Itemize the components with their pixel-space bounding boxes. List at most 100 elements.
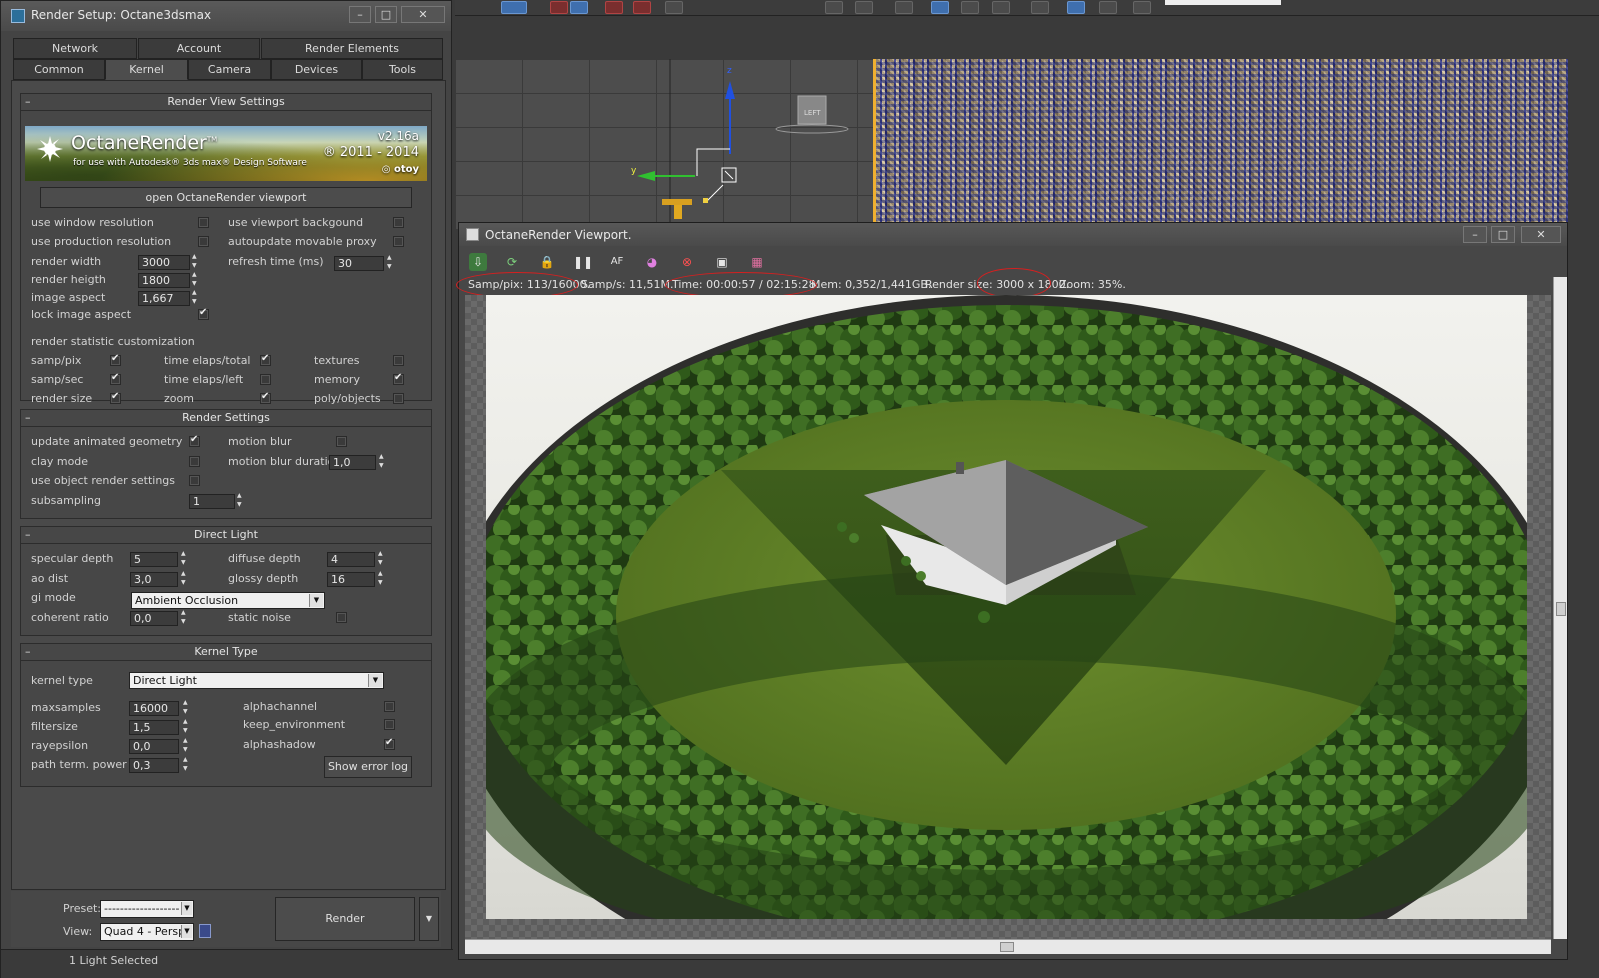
coherent-ratio-input[interactable]: 0,0	[130, 611, 178, 626]
scene-viewport[interactable]: LEFT z y	[455, 59, 873, 229]
maxsamples-input[interactable]: 16000	[129, 701, 179, 716]
motion-blur-duration-spinner[interactable]	[379, 453, 387, 470]
static-noise-checkbox[interactable]	[336, 612, 347, 623]
keep-environment-checkbox[interactable]	[384, 719, 395, 730]
collapse-icon[interactable]: –	[25, 644, 31, 660]
maxsamples-spinner[interactable]	[183, 699, 191, 716]
use-object-render-settings-checkbox[interactable]	[189, 475, 200, 486]
horizontal-scrollbar[interactable]	[465, 939, 1551, 954]
toolbar-render-frame-icon[interactable]	[992, 1, 1010, 14]
image-aspect-input[interactable]: 1,667	[138, 291, 190, 306]
toolbar-schematic-icon[interactable]	[895, 1, 913, 14]
subsampling-input[interactable]: 1	[189, 494, 235, 509]
toolbar-named-selection-field[interactable]	[1165, 0, 1281, 5]
toolbar-octane-icon[interactable]	[1067, 1, 1085, 14]
render-button[interactable]: Render	[275, 897, 415, 941]
octane-viewport-titlebar[interactable]: OctaneRender Viewport. – □ ✕	[459, 223, 1567, 246]
maximize-button[interactable]: □	[375, 6, 397, 23]
ao-dist-input[interactable]: 3,0	[130, 572, 178, 587]
toolbar-select-icon[interactable]	[501, 1, 527, 14]
preset-select[interactable]: ------------------- ▼	[100, 900, 194, 918]
close-button[interactable]: ✕	[401, 6, 445, 23]
toolbar-abc-icon[interactable]	[665, 1, 683, 14]
render-options-dropdown[interactable]: ▼	[419, 897, 439, 941]
autoupdate-movable-proxy-checkbox[interactable]	[393, 236, 404, 247]
toolbar-snap-icon[interactable]	[550, 1, 568, 14]
gi-mode-select[interactable]: Ambient Occlusion ▼	[131, 592, 325, 609]
view-select[interactable]: Quad 4 - Perspe ▼	[100, 923, 194, 941]
rayepsilon-spinner[interactable]	[183, 737, 191, 754]
open-viewport-button[interactable]: open OctaneRender viewport	[40, 187, 412, 208]
coherent-ratio-spinner[interactable]	[181, 609, 189, 626]
render-preview-viewport[interactable]	[876, 59, 1568, 227]
collapse-icon[interactable]: –	[25, 527, 31, 543]
render-setup-titlebar[interactable]: Render Setup: Octane3dsmax – □ ✕	[1, 1, 451, 31]
clear-icon[interactable]: ⊗	[678, 253, 696, 271]
use-production-resolution-checkbox[interactable]	[198, 236, 209, 247]
rayepsilon-input[interactable]: 0,0	[129, 739, 179, 754]
rollout-header[interactable]: – Kernel Type	[21, 644, 431, 661]
toolbar-layer-icon[interactable]	[825, 1, 843, 14]
filtersize-spinner[interactable]	[183, 718, 191, 735]
stat-samp-pix-checkbox[interactable]	[110, 353, 121, 366]
rollout-header[interactable]: – Render View Settings	[21, 94, 431, 111]
render-width-input[interactable]: 3000	[138, 255, 190, 270]
tab-common[interactable]: Common	[13, 59, 105, 80]
refresh-time-spinner[interactable]	[387, 254, 395, 271]
stat-memory-checkbox[interactable]	[393, 372, 404, 385]
stat-samp-sec-checkbox[interactable]	[110, 372, 121, 385]
glossy-depth-spinner[interactable]	[378, 570, 386, 587]
lock-view-icon[interactable]	[199, 924, 211, 938]
vertical-scroll-thumb[interactable]	[1556, 602, 1566, 616]
motion-blur-checkbox[interactable]	[336, 436, 347, 447]
tab-devices[interactable]: Devices	[271, 59, 362, 80]
stat-time-elaps-total-checkbox[interactable]	[260, 353, 271, 366]
display-icon[interactable]: ▣	[713, 253, 731, 271]
stat-zoom-checkbox[interactable]	[260, 391, 271, 404]
toolbar-render-icon[interactable]	[1031, 1, 1049, 14]
chevron-down-icon[interactable]: ▼	[181, 925, 192, 938]
view-cube-ring[interactable]	[775, 124, 849, 134]
rollout-header[interactable]: – Render Settings	[21, 410, 431, 427]
render-height-spinner[interactable]	[192, 271, 200, 288]
diffuse-depth-input[interactable]: 4	[327, 552, 375, 567]
alphachannel-checkbox[interactable]	[384, 701, 395, 712]
chevron-down-icon[interactable]: ▼	[368, 674, 382, 687]
glossy-depth-input[interactable]: 16	[327, 572, 375, 587]
show-error-log-button[interactable]: Show error log	[324, 756, 412, 778]
tab-tools[interactable]: Tools	[362, 59, 443, 80]
camera-body[interactable]	[674, 205, 682, 219]
tab-camera[interactable]: Camera	[188, 59, 271, 80]
lock-image-aspect-checkbox[interactable]	[198, 307, 209, 320]
filtersize-input[interactable]: 1,5	[129, 720, 179, 735]
toolbar-render-setup-icon[interactable]	[961, 1, 979, 14]
use-window-resolution-checkbox[interactable]	[198, 217, 209, 228]
path-term-power-spinner[interactable]	[183, 756, 191, 773]
path-term-power-input[interactable]: 0,3	[129, 758, 179, 773]
toolbar-mirror-icon[interactable]	[605, 1, 623, 14]
toolbar-curve-icon[interactable]	[855, 1, 873, 14]
render-width-spinner[interactable]	[192, 253, 200, 270]
kernel-type-select[interactable]: Direct Light ▼	[129, 672, 384, 689]
collapse-icon[interactable]: –	[25, 94, 31, 110]
rollout-header[interactable]: – Direct Light	[21, 527, 431, 544]
use-viewport-background-checkbox[interactable]	[393, 217, 404, 228]
minimize-button[interactable]: –	[1463, 226, 1487, 243]
tab-network[interactable]: Network	[13, 38, 137, 59]
color-icon[interactable]: ◕	[643, 253, 661, 271]
camera-target[interactable]	[662, 199, 692, 205]
ao-dist-spinner[interactable]	[181, 570, 189, 587]
horizontal-scroll-thumb[interactable]	[1000, 942, 1014, 952]
af-icon[interactable]: AF	[608, 253, 626, 271]
stat-poly-objects-checkbox[interactable]	[393, 393, 404, 404]
stat-time-elaps-left-checkbox[interactable]	[260, 374, 271, 385]
clay-mode-checkbox[interactable]	[189, 456, 200, 467]
refresh-time-input[interactable]: 30	[334, 256, 384, 271]
toolbar-align-icon[interactable]	[570, 1, 588, 14]
save-icon[interactable]: ⇩	[469, 253, 487, 271]
chevron-down-icon[interactable]: ▼	[309, 594, 323, 607]
tab-kernel[interactable]: Kernel	[105, 59, 188, 80]
toolbar-camera-icon[interactable]	[1099, 1, 1117, 14]
pause-icon[interactable]: ❚❚	[573, 253, 593, 271]
tab-account[interactable]: Account	[138, 38, 260, 59]
